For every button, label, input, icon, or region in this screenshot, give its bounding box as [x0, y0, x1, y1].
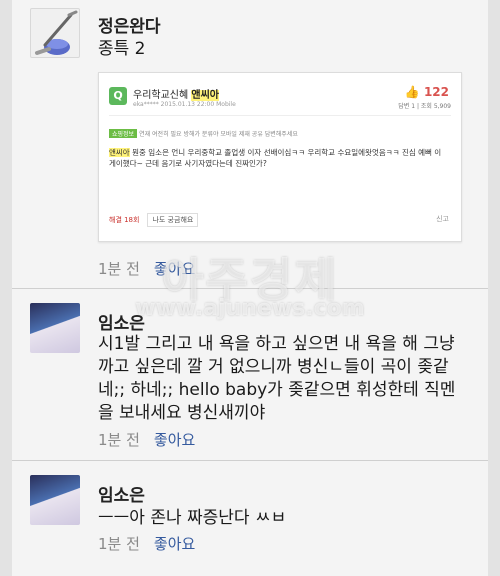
card-body: 앤씨아 뭔중 임소은 언니 우리중학교 졸업생 이자 선배이심ㅋㅋ 우리학교 수… — [109, 147, 449, 169]
thumb-icon: 👍 — [404, 85, 420, 99]
embedded-post-card[interactable]: Q 우리학교신혜 앤씨아 eka***** 2015.01.13 22:00 M… — [98, 72, 462, 242]
avatar[interactable] — [30, 8, 80, 58]
comment-time: 1분 전 — [98, 535, 140, 553]
comment-item: 정은완다 종특 2 Q 우리학교신혜 앤씨아 eka***** 2015.01.… — [12, 0, 488, 286]
card-meta: eka***** 2015.01.13 22:00 Mobile — [133, 101, 236, 108]
avatar[interactable] — [30, 475, 80, 525]
card-tags: 쇼핑정보 연재 여전히 필요 방해가 분류야 모바일 제재 공유 답변해주세요 — [109, 129, 298, 138]
card-divider — [109, 115, 451, 116]
card-actions: 해결 18회 나도 궁금해요 — [109, 213, 199, 227]
comment-author[interactable]: 임소은 — [98, 309, 145, 334]
card-tag[interactable]: 쇼핑정보 — [109, 129, 138, 138]
like-button[interactable]: 좋아요 — [154, 260, 195, 278]
card-score: 👍 122 — [405, 85, 449, 99]
like-button[interactable]: 좋아요 — [154, 431, 195, 449]
card-curious-button[interactable]: 나도 궁금해요 — [147, 213, 199, 227]
card-body-text: 뭔중 임소은 언니 우리중학교 졸업생 이자 선배이심ㅋㅋ 우리학교 수요일에왓… — [109, 148, 442, 168]
card-title: 우리학교신혜 앤씨아 — [133, 86, 219, 101]
comment-item: 임소은 시1발 그리고 내 욕을 하고 싶으면 내 욕을 해 그냥 까고 싶은데… — [12, 289, 488, 459]
comment-author[interactable]: 정은완다 — [98, 12, 161, 37]
card-answer-count[interactable]: 해결 18회 — [109, 216, 139, 224]
card-body-highlight: 앤씨아 — [109, 148, 130, 157]
comment-time: 1분 전 — [98, 260, 140, 278]
comment-text: 종특 2 — [98, 39, 146, 59]
card-score-value: 122 — [423, 85, 449, 99]
comment-text: 시1발 그리고 내 욕을 하고 싶으면 내 욕을 해 그냥 까고 싶은데 깔 거… — [98, 334, 456, 423]
comment-feed: 정은완다 종특 2 Q 우리학교신혜 앤씨아 eka***** 2015.01.… — [12, 0, 488, 576]
comment-meta: 1분 전 좋아요 — [98, 533, 195, 554]
report-link[interactable]: 신고 — [436, 214, 449, 224]
card-tags-text: 연재 여전히 필요 방해가 분류야 모바일 제재 공유 답변해주세요 — [139, 131, 298, 138]
comment-meta: 1분 전 좋아요 — [98, 429, 195, 450]
q-badge-icon: Q — [109, 87, 127, 105]
card-title-text: 우리학교신혜 — [133, 90, 192, 101]
comment-text: ㅡㅡ아 존나 짜증난다 ㅆㅂ — [98, 508, 287, 528]
like-button[interactable]: 좋아요 — [154, 535, 195, 553]
comment-item: 임소은 ㅡㅡ아 존나 짜증난다 ㅆㅂ 1분 전 좋아요 — [12, 461, 488, 576]
comment-meta: 1분 전 좋아요 — [98, 258, 195, 279]
vacuum-cleaner-icon — [35, 10, 78, 55]
avatar[interactable] — [30, 303, 80, 353]
card-title-highlight: 앤씨아 — [191, 90, 219, 101]
card-stats: 답변 1 | 조회 5,909 — [398, 103, 451, 110]
comment-author[interactable]: 임소은 — [98, 481, 145, 506]
comment-time: 1분 전 — [98, 431, 140, 449]
